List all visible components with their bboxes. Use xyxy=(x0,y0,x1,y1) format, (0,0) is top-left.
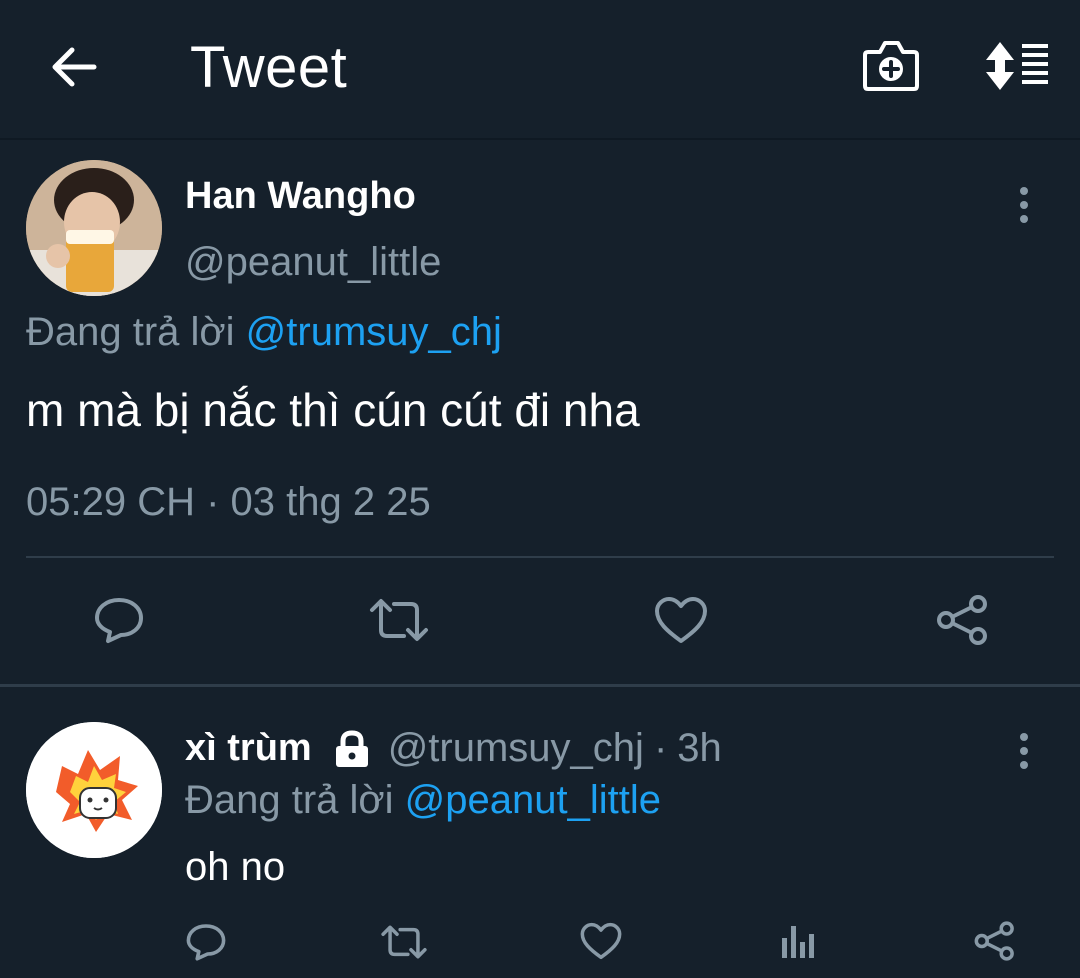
arrow-left-icon[interactable] xyxy=(48,44,98,90)
share-icon[interactable] xyxy=(936,594,990,646)
header-divider xyxy=(0,138,1080,140)
reply-icon[interactable] xyxy=(94,596,144,644)
reply-like-heart-icon[interactable] xyxy=(580,922,622,960)
sort-lines-icon[interactable] xyxy=(984,40,1050,92)
replying-to: Đang trả lời @trumsuy_chj xyxy=(26,310,502,355)
reply-retweet-icon[interactable] xyxy=(380,922,428,962)
camera-plus-icon[interactable] xyxy=(862,38,920,94)
reply-replying-to: Đang trả lời @peanut_little xyxy=(185,778,661,823)
tweet-timestamp[interactable]: 05:29 CH · 03 thg 2 25 xyxy=(26,480,431,525)
like-heart-icon[interactable] xyxy=(654,596,708,644)
reply-avatar[interactable] xyxy=(26,722,162,858)
reply-more-vertical-icon[interactable] xyxy=(1016,732,1032,770)
reply-text: oh no xyxy=(185,845,286,889)
reply-author-name[interactable]: xì trùm xyxy=(185,727,312,770)
timestamp-divider xyxy=(26,556,1054,558)
reply-share-icon[interactable] xyxy=(974,920,1016,962)
analytics-icon[interactable] xyxy=(780,922,816,960)
section-divider xyxy=(0,684,1080,687)
page-title: Tweet xyxy=(190,35,348,100)
reply-reply-icon[interactable] xyxy=(186,922,226,962)
reply-author-handle[interactable]: @trumsuy_chj xyxy=(388,726,644,771)
reply-header: xì trùm @trumsuy_chj · 3h xyxy=(185,726,722,771)
separator-dot: · xyxy=(653,726,668,770)
tweet-text: m mà bị nắc thì cún cút đi nha xyxy=(26,384,640,436)
author-name[interactable]: Han Wangho xyxy=(185,175,416,218)
replying-prefix: Đang trả lời xyxy=(26,310,235,354)
replying-to-link[interactable]: @trumsuy_chj xyxy=(246,310,502,354)
author-handle[interactable]: @peanut_little xyxy=(185,240,441,285)
reply-replying-to-link[interactable]: @peanut_little xyxy=(405,778,661,822)
avatar[interactable] xyxy=(26,160,162,296)
retweet-icon[interactable] xyxy=(368,596,430,644)
top-app-bar: Tweet xyxy=(0,0,1080,138)
reply-replying-prefix: Đang trả lời xyxy=(185,778,394,822)
more-vertical-icon[interactable] xyxy=(1016,186,1032,224)
reply-time[interactable]: 3h xyxy=(677,726,722,771)
lock-icon xyxy=(332,729,372,769)
